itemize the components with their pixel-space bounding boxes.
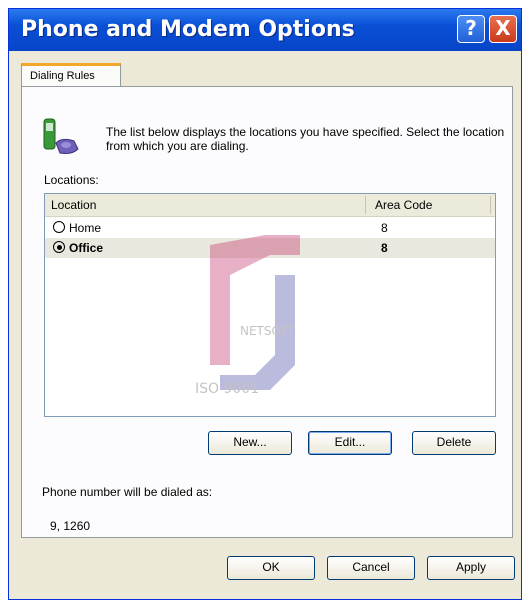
radio-unselected-icon[interactable] [53,221,65,233]
ok-button[interactable]: OK [227,556,315,580]
title-bar: Phone and Modem Options ? X [9,9,521,51]
locations-label: Locations: [44,173,99,187]
description-text: The list below displays the locations yo… [106,125,505,153]
list-item-home[interactable]: Home 8 [45,218,495,238]
window-title: Phone and Modem Options [21,17,355,42]
apply-button[interactable]: Apply [427,556,515,580]
edit-button[interactable]: Edit... [308,431,392,455]
list-item-office[interactable]: Office 8 [45,238,495,258]
list-header: Location Area Code [45,194,495,217]
locations-list[interactable]: Location Area Code Home 8 Office 8 [44,193,496,417]
delete-button[interactable]: Delete [412,431,496,455]
area-code: 8 [381,221,388,235]
phone-icon [43,118,79,154]
dialog-window: Phone and Modem Options ? X Dialing Rule… [8,8,522,600]
close-button[interactable]: X [489,15,517,43]
radio-selected-icon[interactable] [53,241,65,253]
tab-panel: The list below displays the locations yo… [21,86,513,538]
column-divider[interactable] [365,196,366,214]
location-name: Home [69,221,102,235]
dial-value: 9, 1260 [50,519,91,533]
cancel-button[interactable]: Cancel [327,556,415,580]
dial-label: Phone number will be dialed as: [42,485,213,499]
help-button[interactable]: ? [457,15,485,43]
column-header-area-code[interactable]: Area Code [375,198,432,212]
location-name: Office [69,241,104,255]
tab-dialing-rules[interactable]: Dialing Rules [21,63,121,87]
area-code: 8 [381,241,388,255]
column-divider[interactable] [490,196,491,214]
new-button[interactable]: New... [208,431,292,455]
column-header-location[interactable]: Location [51,198,361,212]
